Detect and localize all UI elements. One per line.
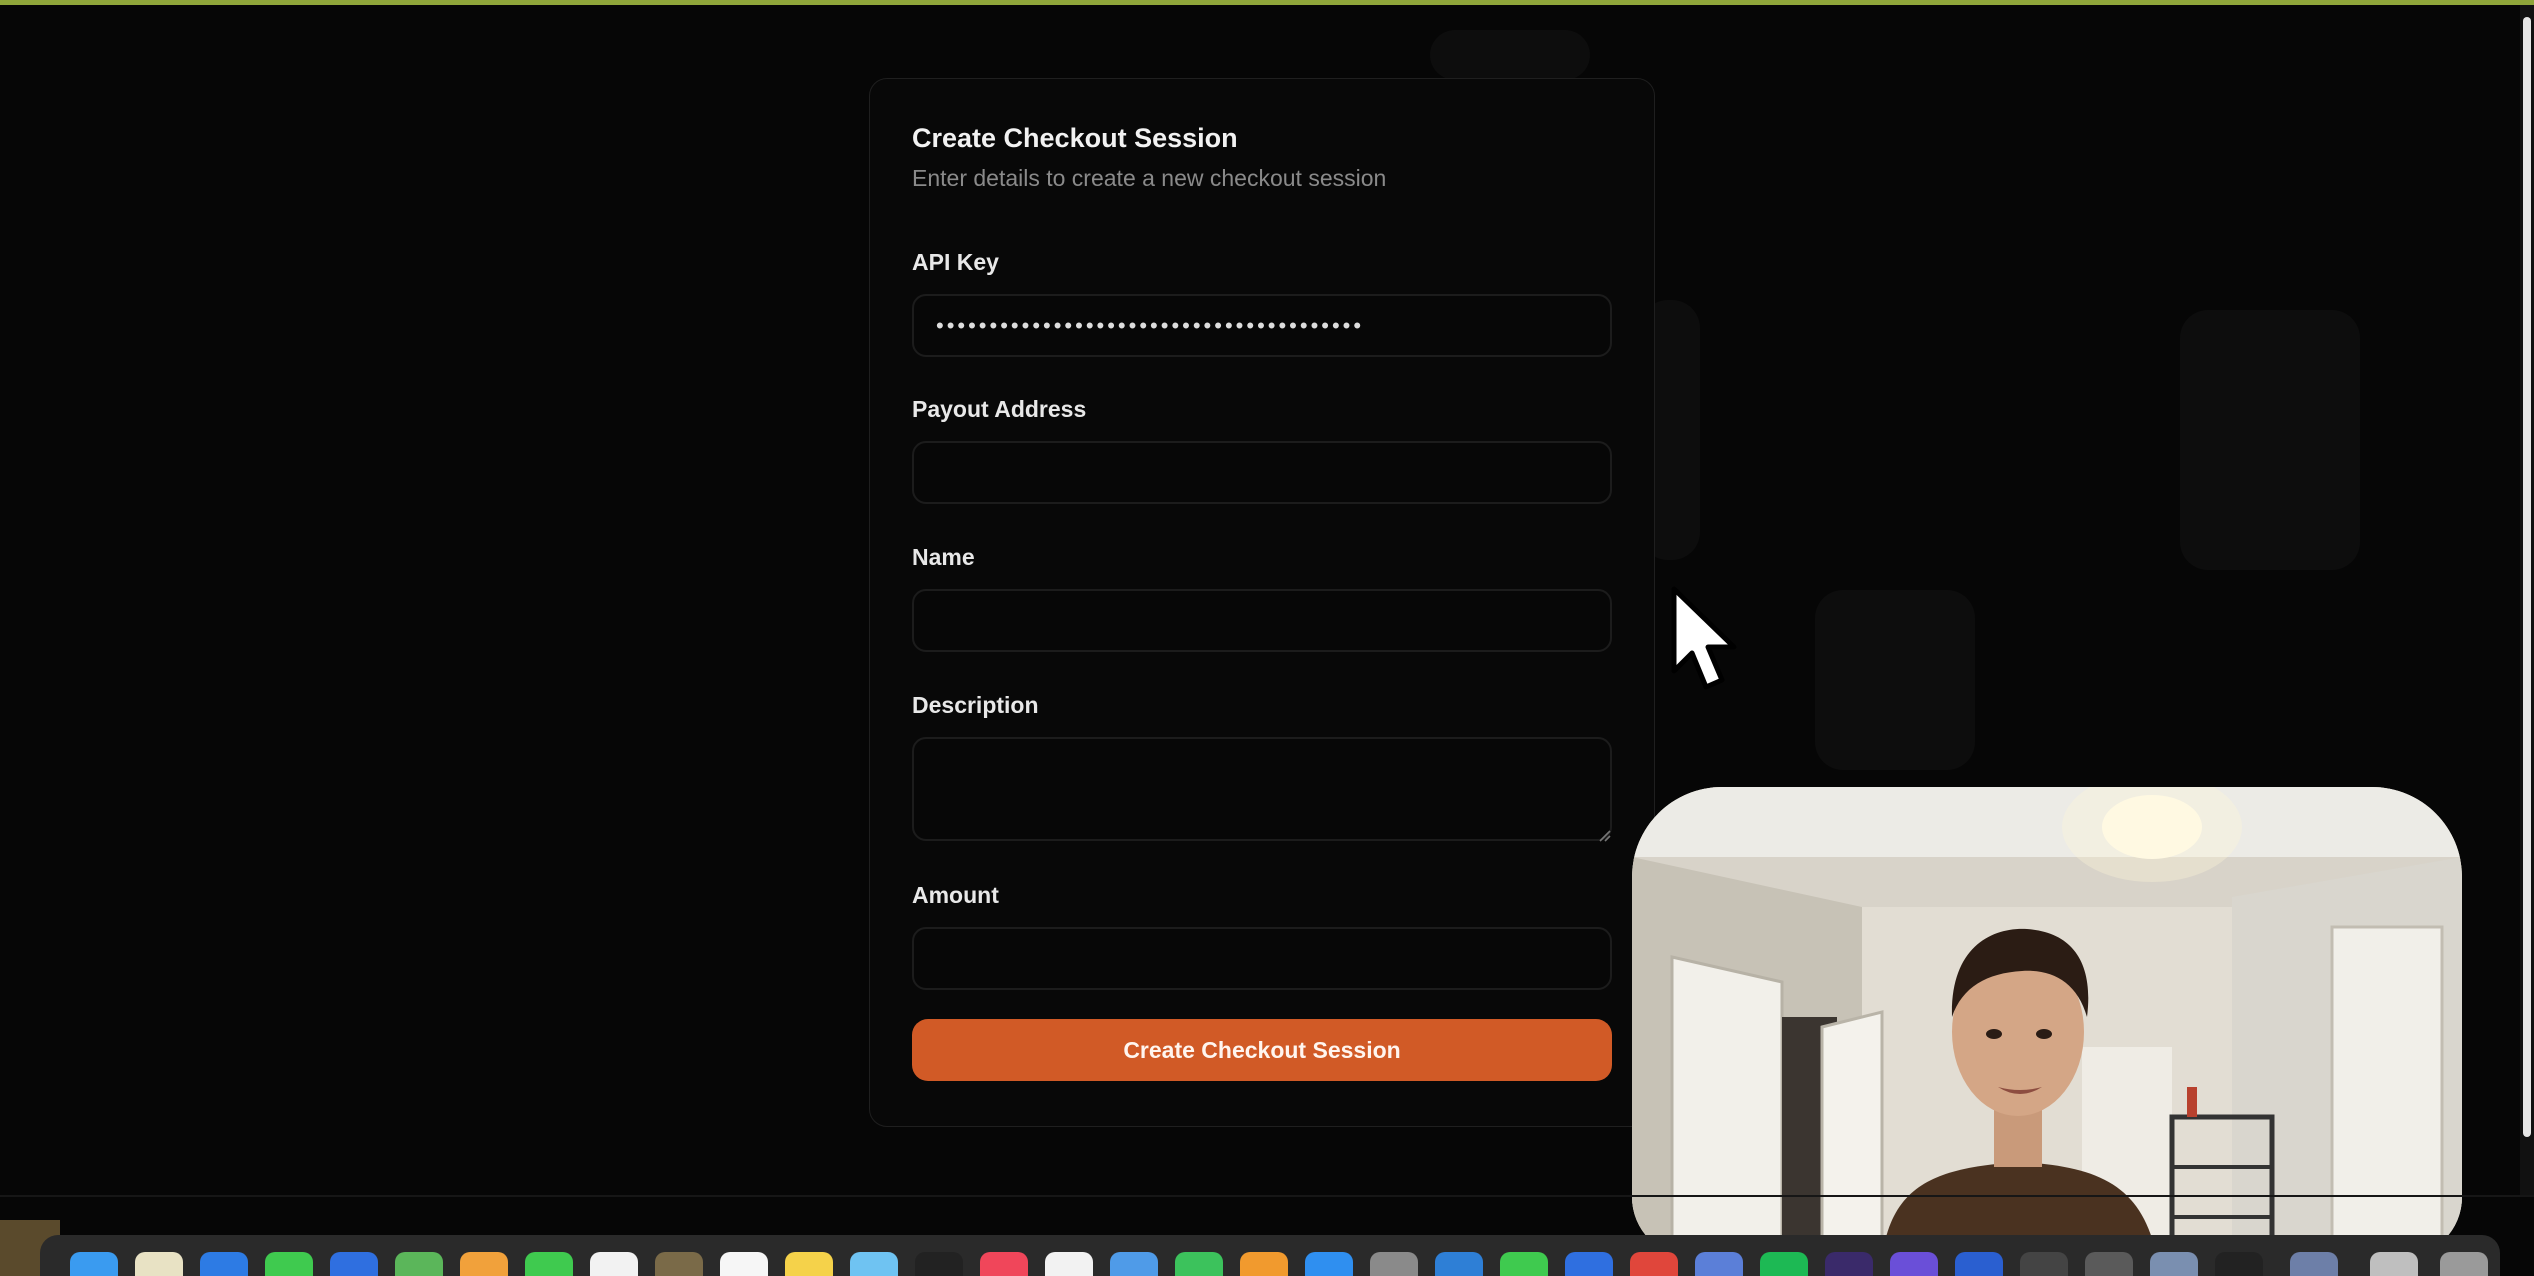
chrome-icon[interactable] [1630,1252,1678,1276]
pages-icon[interactable] [1240,1252,1288,1276]
app-icon[interactable] [2150,1252,2198,1276]
page-scrollbar[interactable] [2520,5,2534,1195]
background-tile [1815,590,1975,770]
app-icon[interactable] [1890,1252,1938,1276]
freeform-icon[interactable] [850,1252,898,1276]
webcam-overlay [1632,787,2462,1257]
downloads-folder-icon[interactable] [2290,1252,2338,1276]
terminal-icon[interactable] [2215,1252,2263,1276]
news-icon[interactable] [1045,1252,1093,1276]
card-title: Create Checkout Session [912,123,1238,153]
app-icon[interactable] [1695,1252,1743,1276]
numbers-icon[interactable] [1175,1252,1223,1276]
payout-address-label: Payout Address [912,396,1087,422]
app-icon[interactable] [2085,1252,2133,1276]
mail-icon[interactable] [330,1252,378,1276]
trash-icon[interactable] [2440,1252,2488,1276]
description-label: Description [912,692,1039,718]
maps-icon[interactable] [395,1252,443,1276]
resize-grip-icon[interactable] [1597,828,1611,842]
finder-icon[interactable] [70,1252,118,1276]
music-icon[interactable] [980,1252,1028,1276]
name-label: Name [912,544,975,570]
app-icon[interactable] [1825,1252,1873,1276]
spotify-icon[interactable] [1760,1252,1808,1276]
api-key-input[interactable] [912,294,1612,357]
background-tile [2180,310,2360,570]
card-subtitle: Enter details to create a new checkout s… [912,165,1387,191]
window-bottom-border [0,1195,2534,1197]
amount-label: Amount [912,882,999,908]
webcam-video-frame [1632,787,2462,1257]
zoom-icon[interactable] [1565,1252,1613,1276]
app-icon[interactable] [2020,1252,2068,1276]
reminders-icon[interactable] [720,1252,768,1276]
facetime-icon[interactable] [525,1252,573,1276]
vscode-icon[interactable] [1435,1252,1483,1276]
messages-icon[interactable] [265,1252,313,1276]
description-textarea[interactable] [912,737,1612,841]
scrollbar-thumb[interactable] [2523,17,2531,1137]
mouse-pointer-icon [1671,586,1737,690]
name-input[interactable] [912,589,1612,652]
app-store-icon[interactable] [1305,1252,1353,1276]
api-key-label: API Key [912,249,999,275]
notes-icon[interactable] [785,1252,833,1276]
system-settings-icon[interactable] [1370,1252,1418,1276]
amount-input[interactable] [912,927,1612,990]
contacts-icon[interactable] [655,1252,703,1276]
photos-icon[interactable] [460,1252,508,1276]
launchpad-icon[interactable] [135,1252,183,1276]
checkout-session-card: Create Checkout Session Enter details to… [869,78,1655,1127]
window-top-accent [0,0,2534,5]
create-checkout-session-button[interactable]: Create Checkout Session [912,1019,1612,1081]
app-icon[interactable] [1955,1252,2003,1276]
whatsapp-icon[interactable] [1500,1252,1548,1276]
keynote-icon[interactable] [1110,1252,1158,1276]
background-tile [1430,30,1590,80]
desktop-stage: Create Checkout Session Enter details to… [0,0,2534,1276]
payout-address-input[interactable] [912,441,1612,504]
safari-icon[interactable] [200,1252,248,1276]
calendar-icon[interactable] [590,1252,638,1276]
documents-icon[interactable] [2370,1252,2418,1276]
tv-icon[interactable] [915,1252,963,1276]
